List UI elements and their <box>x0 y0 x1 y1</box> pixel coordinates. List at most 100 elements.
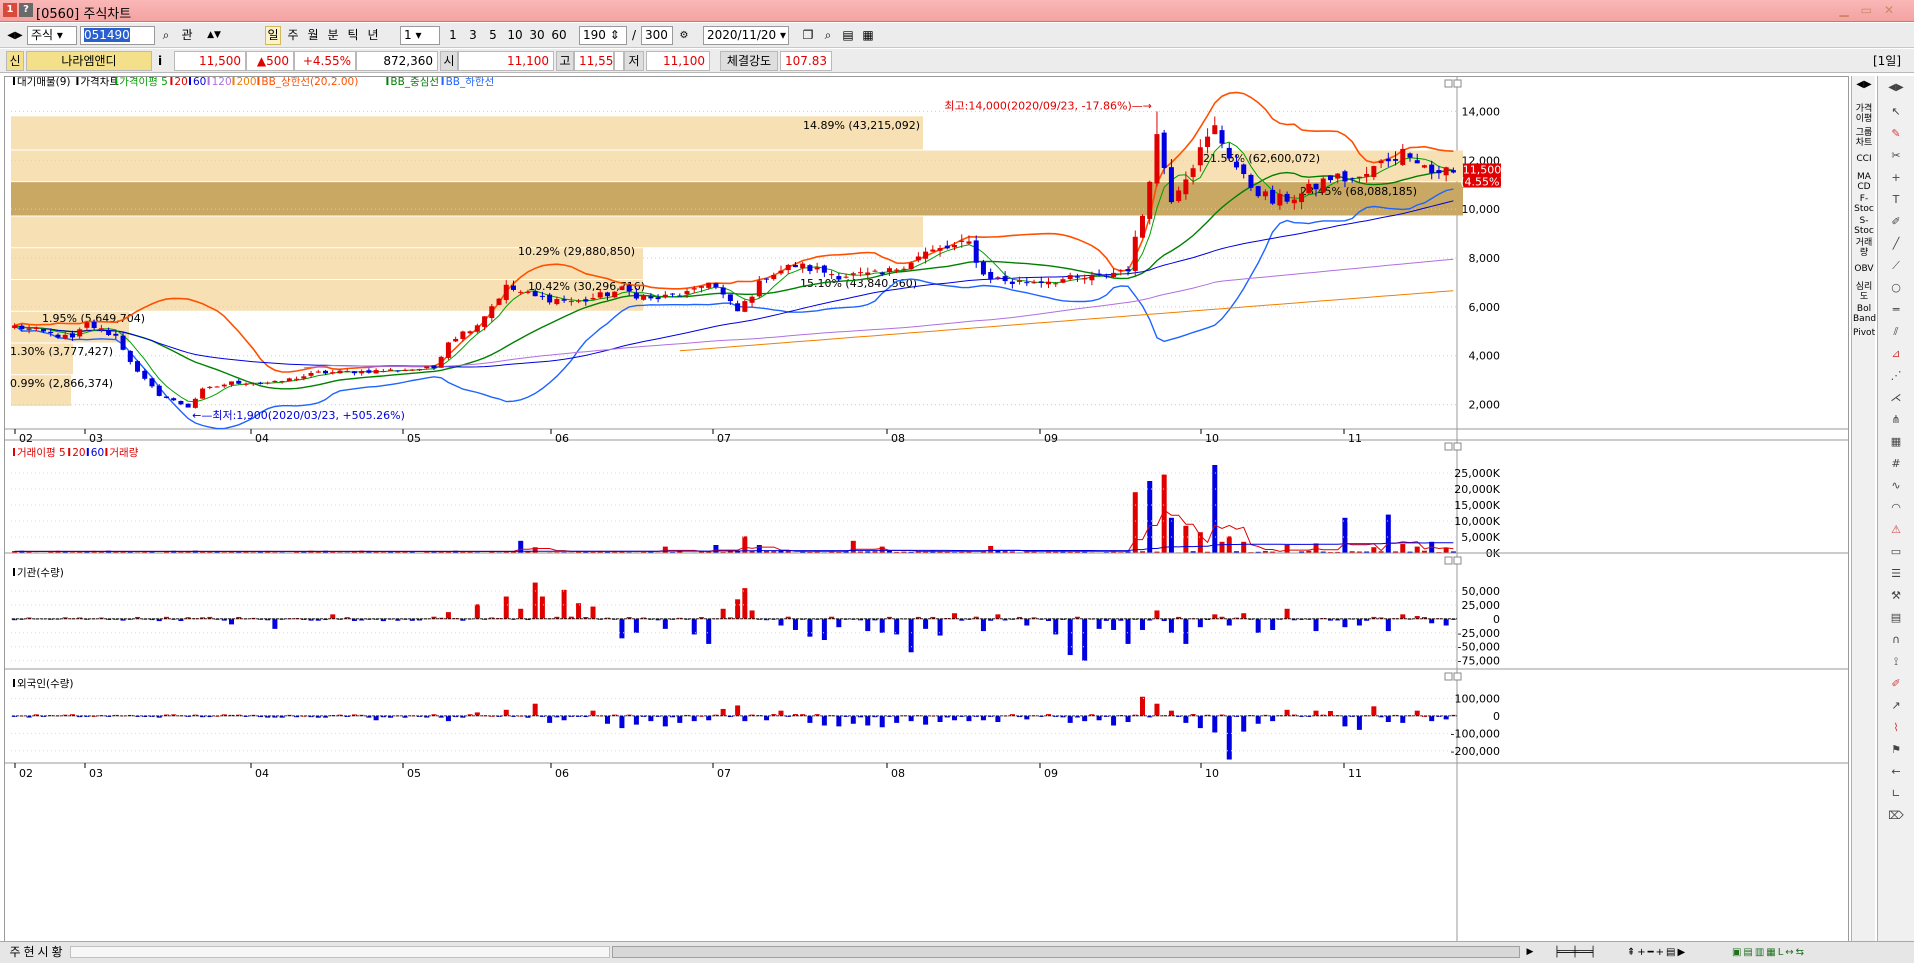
copy-icon[interactable]: ❐ <box>800 26 816 45</box>
indicator-obv[interactable]: OBV <box>1853 264 1875 274</box>
export-controls[interactable]: ▣▤▥▦L↔⇆ <box>1714 943 1824 962</box>
foreign-pane-bar <box>561 715 567 721</box>
fibonacci-icon[interactable]: ⊿ <box>1887 346 1905 361</box>
foreign-pane-bar <box>1284 709 1290 716</box>
ray-icon[interactable]: ⟋ <box>1887 258 1905 273</box>
bottom-tab-current[interactable]: 현 <box>22 943 36 962</box>
indicator-cci[interactable]: CCI <box>1853 154 1875 164</box>
window-controls[interactable]: ▁▭✕ <box>1839 3 1906 17</box>
scroll-right-icon[interactable]: ▶ <box>1524 943 1536 962</box>
hline-icon[interactable]: ═ <box>1887 302 1905 317</box>
fan-icon[interactable]: ⋌ <box>1887 390 1905 405</box>
candle-body <box>460 331 466 339</box>
gann-icon[interactable]: ⋰ <box>1887 368 1905 383</box>
drawing-toolbar-arrows[interactable]: ◀▶ <box>1887 80 1905 95</box>
date-picker[interactable]: 2020/11/20 ▾ <box>703 26 789 45</box>
list-icon[interactable]: ☰ <box>1887 566 1905 581</box>
delete-all-icon[interactable]: ✂ <box>1887 148 1905 163</box>
alert-icon[interactable]: ⚠ <box>1887 522 1905 537</box>
trash-icon[interactable]: ⌦ <box>1887 808 1905 823</box>
grid-icon[interactable]: ▦ <box>1887 434 1905 449</box>
crosshair-icon[interactable]: + <box>1887 170 1905 185</box>
indicator-sstoc[interactable]: S- Stoc <box>1853 216 1875 236</box>
circle-icon[interactable]: ○ <box>1887 280 1905 295</box>
bottom-tab-stock[interactable]: 주 <box>8 943 22 962</box>
zoom-controls[interactable]: ⇞+━+▤▶ <box>1612 943 1702 962</box>
interval-select[interactable]: 1 ▾ <box>400 26 440 45</box>
indicator-toolbar-arrows[interactable]: ◀▶ <box>1853 80 1875 90</box>
channel-icon[interactable]: ⫽ <box>1887 324 1905 339</box>
institution-pane-y-tick-label: 50,000 <box>1462 585 1501 598</box>
flag-icon[interactable]: ⚑ <box>1887 742 1905 757</box>
period-month[interactable]: 월 <box>305 26 321 45</box>
andrews-icon[interactable]: ⋔ <box>1887 412 1905 427</box>
indicator-bollinger[interactable]: Bol Band <box>1853 304 1876 324</box>
indicator-fstoc[interactable]: F- Stoc <box>1853 194 1875 214</box>
print-icon[interactable]: ▦ <box>860 26 876 45</box>
indicator-group-chart[interactable]: 그룹 차트 <box>1853 128 1875 148</box>
shape-icon[interactable]: ⌇ <box>1887 720 1905 735</box>
zoom-icon[interactable]: ⌕ <box>820 26 836 45</box>
trendline-icon[interactable]: ╱ <box>1887 236 1905 251</box>
zoom-slider[interactable]: ╞══╪══╡ <box>1540 943 1610 962</box>
count-total[interactable]: 300 <box>641 26 673 45</box>
institution-pane-bar <box>1400 614 1406 619</box>
cycle-icon[interactable]: ◠ <box>1887 500 1905 515</box>
interval-3[interactable]: 3 <box>466 26 480 45</box>
wave-icon[interactable]: ∿ <box>1887 478 1905 493</box>
marker-icon[interactable]: ✐ <box>1887 676 1905 691</box>
interval-10[interactable]: 10 <box>506 26 524 45</box>
help-icon[interactable]: ? <box>19 3 33 17</box>
price-y-tick-label: 6,000 <box>1469 301 1501 314</box>
volume-pane-y-tick-label: 20,000K <box>1454 483 1500 496</box>
save-icon[interactable]: ▤ <box>840 26 856 45</box>
search-icon[interactable]: ⌕ <box>158 26 174 45</box>
stock-name[interactable]: 나라엠앤디 <box>26 51 152 71</box>
back-icon[interactable]: ← <box>1887 764 1905 779</box>
period-tick[interactable]: 틱 <box>345 26 361 45</box>
indicator-psychology[interactable]: 심리 도 <box>1853 282 1875 302</box>
chart-type-icon[interactable]: ⟟ <box>1887 654 1905 669</box>
bottom-tab-market[interactable]: 시 <box>36 943 50 962</box>
group-button[interactable]: 관 <box>178 26 196 45</box>
text-icon[interactable]: T <box>1887 192 1905 207</box>
tool-icon[interactable]: ⚒ <box>1887 588 1905 603</box>
cursor-icon[interactable]: ↖ <box>1887 104 1905 119</box>
interval-30[interactable]: 30 <box>528 26 546 45</box>
window-icon[interactable]: ▭ <box>1887 544 1905 559</box>
eraser-icon[interactable]: ✎ <box>1887 126 1905 141</box>
settings-small-icon[interactable]: ⚙ <box>676 26 692 45</box>
lock-stepper-icon[interactable]: ▲▼ <box>200 26 228 45</box>
magnet-icon[interactable]: ∩ <box>1887 632 1905 647</box>
indicator-pivot[interactable]: Pivot <box>1853 328 1875 338</box>
count-input[interactable]: 190 ⇕ <box>579 26 627 45</box>
period-minute[interactable]: 분 <box>325 26 341 45</box>
indicator-ma[interactable]: 가격 이평 <box>1853 104 1875 124</box>
info-button[interactable]: i <box>152 52 168 71</box>
scroll-track[interactable] <box>70 946 610 958</box>
market-select[interactable]: 주식 ▾ <box>27 26 77 45</box>
chart-svg[interactable]: 14.89% (43,215,092)15.10% (43,840,560)10… <box>5 75 1848 953</box>
candle-body <box>1291 199 1297 204</box>
indicator-volume[interactable]: 거래 량 <box>1853 238 1875 258</box>
bottom-tab-status[interactable]: 황 <box>50 943 64 962</box>
volume-profile-bar <box>11 216 923 248</box>
menu-icon[interactable]: ◀▶ <box>4 26 26 45</box>
price-y-tick-label: 4,000 <box>1469 350 1501 363</box>
candle-body <box>1154 134 1160 184</box>
stock-code-input[interactable]: 051490 <box>80 26 155 45</box>
pen-icon[interactable]: ✐ <box>1887 214 1905 229</box>
interval-60[interactable]: 60 <box>550 26 568 45</box>
interval-1[interactable]: 1 <box>446 26 460 45</box>
period-day[interactable]: 일 <box>265 26 281 45</box>
period-week[interactable]: 주 <box>285 26 301 45</box>
arrow-icon[interactable]: ↗ <box>1887 698 1905 713</box>
period-year[interactable]: 년 <box>365 26 381 45</box>
chart-area[interactable]: 14.89% (43,215,092) 15.10% (43,840,560) 10… <box>4 75 1849 954</box>
grid2-icon[interactable]: # <box>1887 456 1905 471</box>
angle-icon[interactable]: ∟ <box>1887 786 1905 801</box>
indicator-macd[interactable]: MA CD <box>1853 172 1875 192</box>
calc-icon[interactable]: ▤ <box>1887 610 1905 625</box>
scroll-thumb[interactable] <box>612 946 1520 958</box>
interval-5[interactable]: 5 <box>486 26 500 45</box>
